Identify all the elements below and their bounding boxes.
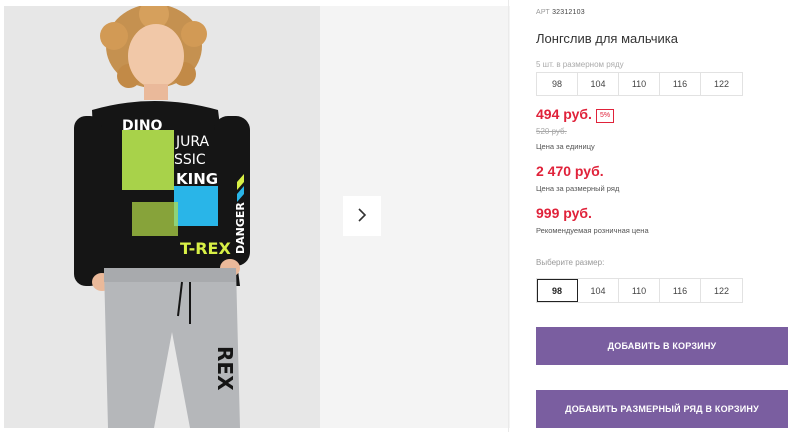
size-option-104[interactable]: 104 xyxy=(578,279,619,302)
size-row-cell: 116 xyxy=(660,73,701,95)
old-price: 520 руб. xyxy=(536,127,567,136)
product-title: Лонгслив для мальчика xyxy=(536,31,678,46)
size-row-cell: 98 xyxy=(537,73,578,95)
size-row-cell: 110 xyxy=(619,73,660,95)
article-label: АРТ xyxy=(536,9,550,16)
size-option-110[interactable]: 110 xyxy=(619,279,660,302)
svg-text:T-REX: T-REX xyxy=(180,239,231,258)
size-row-price-note: Цена за размерный ряд xyxy=(536,184,620,193)
unit-price-note: Цена за единицу xyxy=(536,142,595,151)
unit-price: 494 руб. xyxy=(536,106,592,122)
size-row-cell: 104 xyxy=(578,73,619,95)
size-option-116[interactable]: 116 xyxy=(660,279,701,302)
divider xyxy=(508,0,509,432)
size-row-price: 2 470 руб. xyxy=(536,163,604,179)
chevron-right-icon xyxy=(356,207,368,226)
retail-price: 999 руб. xyxy=(536,205,592,221)
choose-size-label: Выберите размер: xyxy=(536,258,605,267)
svg-text:DANGER: DANGER xyxy=(234,202,247,254)
svg-text:JURA: JURA xyxy=(175,134,210,150)
add-size-row-to-cart-button[interactable]: ДОБАВИТЬ РАЗМЕРНЫЙ РЯД В КОРЗИНУ xyxy=(536,390,788,428)
product-gallery: DINO JURA SSIC KING T-REX DANGER REX xyxy=(0,0,510,432)
article-number: АРТ 32312103 xyxy=(536,9,585,16)
gallery-next-button[interactable] xyxy=(343,196,381,236)
size-row-grid: 98 104 110 116 122 xyxy=(536,72,743,96)
svg-text:KING: KING xyxy=(176,170,218,188)
product-info: АРТ 32312103 Лонгслив для мальчика 5 шт.… xyxy=(536,0,792,432)
size-option-122[interactable]: 122 xyxy=(701,279,742,302)
add-to-cart-button[interactable]: ДОБАВИТЬ В КОРЗИНУ xyxy=(536,327,788,365)
discount-badge: 5% xyxy=(596,109,615,123)
size-row-cell: 122 xyxy=(701,73,742,95)
retail-price-note: Рекомендуемая розничная цена xyxy=(536,226,649,235)
svg-text:REX: REX xyxy=(213,346,237,391)
article-value: 32312103 xyxy=(552,9,585,16)
svg-text:DINO: DINO xyxy=(122,118,163,134)
size-selector: 98 104 110 116 122 xyxy=(536,278,743,303)
size-row-label: 5 шт. в размерном ряду xyxy=(536,60,624,69)
svg-text:SSIC: SSIC xyxy=(174,152,206,168)
size-option-98[interactable]: 98 xyxy=(537,279,578,302)
product-photo[interactable]: DINO JURA SSIC KING T-REX DANGER REX xyxy=(4,6,320,428)
